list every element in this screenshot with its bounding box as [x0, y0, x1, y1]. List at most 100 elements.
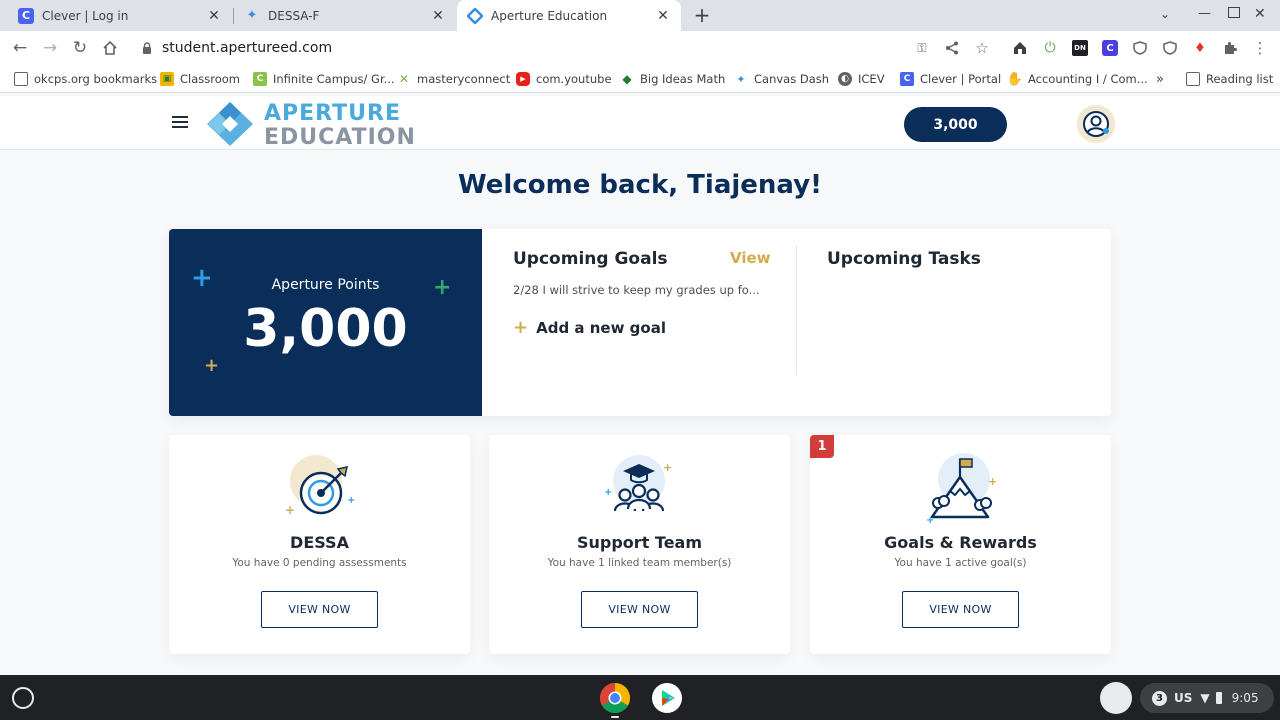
menu-dots-icon[interactable]: ⋮	[1252, 39, 1268, 57]
tab-search-icon[interactable]: ⌄	[1160, 7, 1170, 21]
wifi-icon: ▼	[1200, 691, 1210, 705]
tab-clever-login[interactable]: C Clever | Log in ✕	[8, 0, 232, 31]
goal-item[interactable]: 2/28 I will strive to keep my grades up …	[513, 283, 767, 297]
bookmark-infinite-campus[interactable]: C Infinite Campus/ Gr...	[253, 71, 395, 87]
clever-icon: C	[900, 72, 914, 86]
team-icon: + +	[604, 455, 672, 512]
hand-icon: ✋	[1006, 71, 1024, 87]
plus-decoration-icon: +	[204, 355, 220, 376]
logo-line2: EDUCATION	[264, 125, 416, 150]
star-icon[interactable]: ☆	[974, 39, 990, 57]
add-goal-button[interactable]: + Add a new goal	[513, 317, 666, 338]
power-icon[interactable]: ⏻	[1042, 40, 1058, 56]
svg-text:+: +	[347, 495, 355, 506]
add-goal-label: Add a new goal	[536, 318, 666, 337]
close-icon[interactable]: ✕	[430, 8, 446, 24]
locale-label: US	[1174, 691, 1193, 705]
bookmark-icev[interactable]: ◐ ICEV	[838, 71, 885, 87]
bookmark-accounting[interactable]: ✋ Accounting I / Com...	[1006, 71, 1148, 87]
goals-view-link[interactable]: View	[730, 249, 771, 267]
lock-icon	[142, 42, 152, 54]
tab-dessa-f[interactable]: ✦ DESSA-F ✕	[234, 0, 456, 31]
bookmark-clever-portal[interactable]: C Clever | Portal	[900, 71, 1001, 87]
svg-text:+: +	[663, 461, 672, 474]
tab-title: DESSA-F	[268, 8, 320, 23]
close-icon[interactable]: ✕	[655, 8, 671, 24]
card-title: DESSA	[290, 533, 349, 552]
minimize-icon[interactable]: —	[1198, 6, 1211, 21]
tab-aperture-education[interactable]: Aperture Education ✕	[457, 0, 681, 31]
clever-extension-icon[interactable]: C	[1102, 40, 1118, 56]
address-bar[interactable]: student.apertureed.com	[132, 34, 1002, 62]
home-icon[interactable]	[97, 35, 123, 61]
card-subtitle: You have 0 pending assessments	[232, 557, 407, 569]
key-icon[interactable]: ⚿	[914, 40, 930, 56]
bookmark-okcps[interactable]: okcps.org bookmarks	[14, 71, 157, 87]
system-tray[interactable]: 3 US ▼ 9:05	[1140, 683, 1274, 713]
app-header: APERTURE EDUCATION 3,000	[0, 96, 1280, 150]
play-store-icon[interactable]	[651, 682, 683, 714]
aperture-icon: ✦	[736, 72, 746, 86]
divider	[796, 245, 797, 375]
gem-icon[interactable]: ♦	[1192, 40, 1208, 56]
infinite-campus-icon: C	[253, 72, 267, 86]
os-shelf: 3 US ▼ 9:05	[0, 675, 1280, 720]
plus-icon: +	[513, 317, 529, 338]
points-label: Aperture Points	[271, 277, 380, 293]
tab-title: Aperture Education	[491, 8, 608, 23]
browser-toolbar: ← → ↻ student.apertureed.com ⚿ ☆ ⏻ DN C …	[0, 31, 1280, 65]
card-title: Goals & Rewards	[884, 533, 1037, 552]
card-subtitle: You have 1 active goal(s)	[894, 557, 1027, 569]
masteryconnect-icon: ✕	[398, 72, 410, 86]
aperture-icon: ✦	[246, 8, 258, 23]
dessa-view-now-button[interactable]: VIEW NOW	[261, 591, 378, 628]
aperture-logo-icon	[207, 102, 253, 146]
classroom-icon: ▣	[160, 72, 174, 86]
hamburger-menu-icon[interactable]	[172, 116, 190, 130]
launcher-icon[interactable]	[12, 687, 34, 709]
forward-icon[interactable]: →	[37, 35, 63, 61]
svg-text:+: +	[926, 515, 934, 526]
puzzle-icon[interactable]	[1222, 40, 1238, 56]
bookmark-masteryconnect[interactable]: ✕ masteryconnect	[397, 71, 510, 87]
close-icon[interactable]: ✕	[206, 8, 222, 24]
dn-extension-icon[interactable]: DN	[1072, 40, 1088, 56]
url-text: student.apertureed.com	[162, 40, 333, 56]
new-tab-button[interactable]: +	[690, 3, 714, 27]
shield-icon[interactable]	[1132, 40, 1148, 56]
aperture-logo[interactable]: APERTURE EDUCATION	[206, 99, 415, 150]
shield-alt-icon[interactable]	[1162, 40, 1178, 56]
bookmark-canvas-dash[interactable]: ✦ Canvas Dash	[734, 71, 829, 87]
goals-rewards-view-now-button[interactable]: VIEW NOW	[902, 591, 1019, 628]
bookmark-classroom[interactable]: ▣ Classroom	[160, 71, 240, 87]
youtube-icon: ▶	[516, 72, 530, 86]
bookmarks-overflow-icon[interactable]: »	[1156, 71, 1164, 87]
extension-house-icon[interactable]	[1012, 40, 1028, 56]
chrome-icon[interactable]	[599, 682, 631, 714]
reload-icon[interactable]: ↻	[67, 35, 93, 61]
points-pill[interactable]: 3,000	[904, 107, 1007, 142]
bookmark-youtube[interactable]: ▶ com.youtube	[516, 71, 612, 87]
back-icon[interactable]: ←	[7, 35, 33, 61]
user-avatar-icon	[1083, 111, 1109, 137]
svg-text:+: +	[285, 503, 295, 517]
notification-badge: 1	[810, 435, 834, 458]
big-ideas-icon: ◆	[622, 72, 632, 86]
reading-list[interactable]: Reading list	[1186, 71, 1273, 87]
close-window-icon[interactable]: ✕	[1254, 6, 1266, 22]
share-icon[interactable]	[944, 40, 960, 56]
clever-icon: C	[18, 7, 34, 24]
dessa-card: + + DESSA You have 0 pending assessments…	[169, 435, 470, 654]
avatar[interactable]	[1077, 105, 1115, 143]
support-team-card: + + Support Team You have 1 linked team …	[489, 435, 790, 654]
mountain-flag-icon: + +	[926, 453, 997, 526]
tasks-title: Upcoming Tasks	[827, 249, 981, 269]
folder-icon	[14, 72, 28, 86]
tote-icon[interactable]	[1100, 682, 1132, 714]
card-subtitle: You have 1 linked team member(s)	[547, 557, 732, 569]
restore-icon[interactable]	[1228, 7, 1240, 18]
support-team-view-now-button[interactable]: VIEW NOW	[581, 591, 698, 628]
notification-count: 3	[1152, 690, 1167, 706]
summary-card: + + + Aperture Points 3,000 Upcoming Goa…	[169, 229, 1111, 416]
bookmark-big-ideas-math[interactable]: ◆ Big Ideas Math	[620, 71, 725, 87]
